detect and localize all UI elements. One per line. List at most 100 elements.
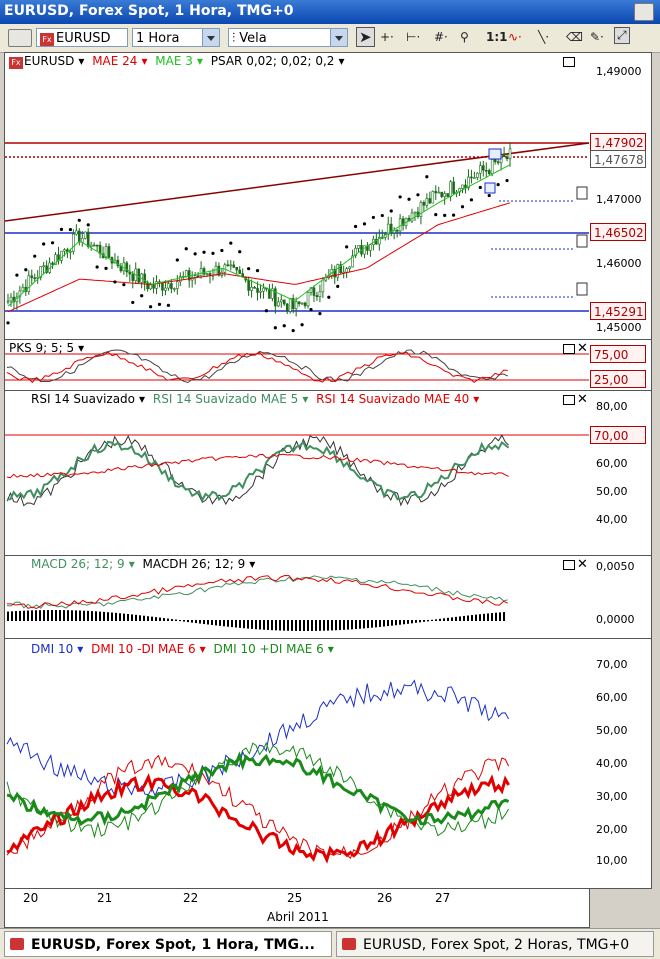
candle <box>253 286 256 289</box>
macdh-bar <box>171 619 173 621</box>
macd-panel[interactable]: MACD 26; 12; 9 ▾ MACDH 26; 12; 9 ▾ ✕ <box>4 555 590 639</box>
cursor-icon[interactable]: ➤ <box>356 27 375 47</box>
candle <box>80 237 84 243</box>
pks-label[interactable]: PKS 9; 5; 5 <box>9 341 74 355</box>
crosshair-icon[interactable]: +· <box>380 30 394 44</box>
chart-style-select[interactable]: ⫶ Vela <box>228 28 348 47</box>
psar-dot <box>389 209 393 213</box>
pencil-icon[interactable]: ✎· <box>590 30 604 44</box>
chevron-down-icon <box>202 29 219 46</box>
window-menu-button[interactable] <box>634 3 654 21</box>
rsi-mae40-label[interactable]: RSI 14 Suavizado MAE 40 <box>316 392 469 406</box>
psar-dot <box>371 215 375 220</box>
macdh-bar <box>447 617 449 621</box>
macdh-bar <box>91 611 93 621</box>
psar-dot <box>300 323 304 327</box>
macdh-bar <box>279 620 281 631</box>
dropdown-arrow-icon[interactable]: ▾ <box>197 54 203 68</box>
macdh-bar <box>459 616 461 621</box>
maximize-panel-button[interactable] <box>563 395 575 405</box>
psar-dot <box>345 245 349 249</box>
psar-dot <box>309 308 313 312</box>
symbol-input[interactable]: Fx EURUSD <box>36 28 128 47</box>
tab-eurusd-2h[interactable]: EURUSD, Forex Spot, 2 Horas, TMG+0 <box>336 931 654 957</box>
dmi-plus-label[interactable]: DMI 10 +DI MAE 6 <box>214 642 324 656</box>
mae3-label[interactable]: MAE 3 <box>155 54 193 68</box>
rsi-panel[interactable]: RSI 14 Suavizado ▾ RSI 14 Suavizado MAE 5… <box>4 390 590 556</box>
macdh-bar <box>403 620 405 625</box>
psar-dot <box>478 185 482 190</box>
interval-select[interactable]: 1 Hora <box>132 28 220 47</box>
zoom-icon[interactable]: ⚲ <box>460 30 469 44</box>
macdh-bar <box>63 610 65 621</box>
dropdown-arrow-icon[interactable]: ▾ <box>77 642 83 656</box>
close-panel-icon[interactable]: ✕ <box>577 392 588 407</box>
rsi-mae5-label[interactable]: RSI 14 Suavizado MAE 5 <box>153 392 298 406</box>
close-panel-icon[interactable]: ✕ <box>577 341 588 356</box>
psar-dot <box>33 254 37 258</box>
candle <box>502 154 506 158</box>
rsi-tick: 50,00 <box>596 485 628 498</box>
macd1-line <box>6 575 508 609</box>
chart-tab-icon <box>342 938 356 950</box>
macdh-bar <box>291 620 293 631</box>
maximize-panel-button[interactable] <box>563 57 575 67</box>
macdh-bar <box>191 620 193 623</box>
macdh-bar <box>47 610 49 621</box>
pks-chart <box>5 349 589 384</box>
macdh-bar <box>271 620 273 631</box>
settings-button[interactable] <box>8 29 32 47</box>
psar-dot <box>469 198 474 202</box>
dropdown-arrow-icon[interactable]: ▾ <box>473 392 479 406</box>
dmi-panel[interactable]: DMI 10 ▾ DMI 10 -DI MAE 6 ▾ DMI 10 +DI MAE… <box>4 638 590 889</box>
rsi3-line <box>6 453 509 479</box>
eraser-icon[interactable]: ⌫ <box>566 30 583 44</box>
close-panel-icon[interactable]: ✕ <box>577 557 588 572</box>
candle <box>256 288 259 293</box>
candle <box>184 270 188 277</box>
macdh-label[interactable]: MACDH 26; 12; 9 <box>143 557 246 571</box>
line-draw-icon[interactable]: ╲· <box>538 30 549 44</box>
dropdown-arrow-icon[interactable]: ▾ <box>139 392 145 406</box>
candle <box>395 229 399 232</box>
dropdown-arrow-icon[interactable]: ▾ <box>200 642 206 656</box>
psar-dot <box>86 223 90 227</box>
symbol-value: EURUSD <box>56 31 111 46</box>
fx-icon: Fx <box>9 57 23 69</box>
tab-eurusd-1h[interactable]: EURUSD, Forex Spot, 1 Hora, TMG... <box>4 931 332 957</box>
hline-icon[interactable]: ⊢· <box>406 30 420 44</box>
psar-dot <box>327 295 331 299</box>
macdh-bar <box>239 620 241 628</box>
dmi-minus-label[interactable]: DMI 10 -DI MAE 6 <box>91 642 196 656</box>
dropdown-arrow-icon[interactable]: ▾ <box>141 54 147 68</box>
psar-label[interactable]: PSAR 0,02; 0,02; 0,2 <box>211 54 335 68</box>
resize-icon[interactable]: ⤢ <box>614 27 630 44</box>
grid-icon[interactable]: #· <box>434 30 448 44</box>
rsi-tick: 70,00 <box>590 426 646 444</box>
dropdown-arrow-icon[interactable]: ▾ <box>328 642 334 656</box>
dropdown-arrow-icon[interactable]: ▾ <box>129 557 135 571</box>
zoom-ratio-label[interactable]: 1:1 <box>486 30 508 44</box>
psar-dot <box>113 280 117 284</box>
macdh-bar <box>439 618 441 621</box>
macdh-bar <box>195 620 197 624</box>
candle <box>95 244 99 247</box>
macdh-bar <box>483 613 485 621</box>
pks-panel[interactable]: PKS 9; 5; 5 ▾ ✕ <box>4 339 590 391</box>
mae24-label[interactable]: MAE 24 <box>92 54 137 68</box>
candle <box>164 287 167 291</box>
dropdown-arrow-icon[interactable]: ▾ <box>302 392 308 406</box>
dropdown-arrow-icon[interactable]: ▾ <box>338 54 344 68</box>
rsi-label[interactable]: RSI 14 Suavizado <box>31 392 135 406</box>
dropdown-arrow-icon[interactable]: ▾ <box>78 341 84 355</box>
maximize-panel-button[interactable] <box>563 560 575 570</box>
price-panel[interactable]: Fx EURUSD ▾ MAE 24 ▾ MAE 3 ▾ PSAR 0,02; 0,02… <box>4 52 590 340</box>
dropdown-arrow-icon[interactable]: ▾ <box>249 557 255 571</box>
wave-icon[interactable]: ∿· <box>508 30 522 44</box>
psar-dot <box>104 266 108 270</box>
dropdown-arrow-icon[interactable]: ▾ <box>78 54 84 68</box>
macdh-bar <box>359 620 361 629</box>
maximize-panel-button[interactable] <box>563 344 575 354</box>
dmi-label[interactable]: DMI 10 <box>31 642 73 656</box>
macd-label[interactable]: MACD 26; 12; 9 <box>31 557 125 571</box>
